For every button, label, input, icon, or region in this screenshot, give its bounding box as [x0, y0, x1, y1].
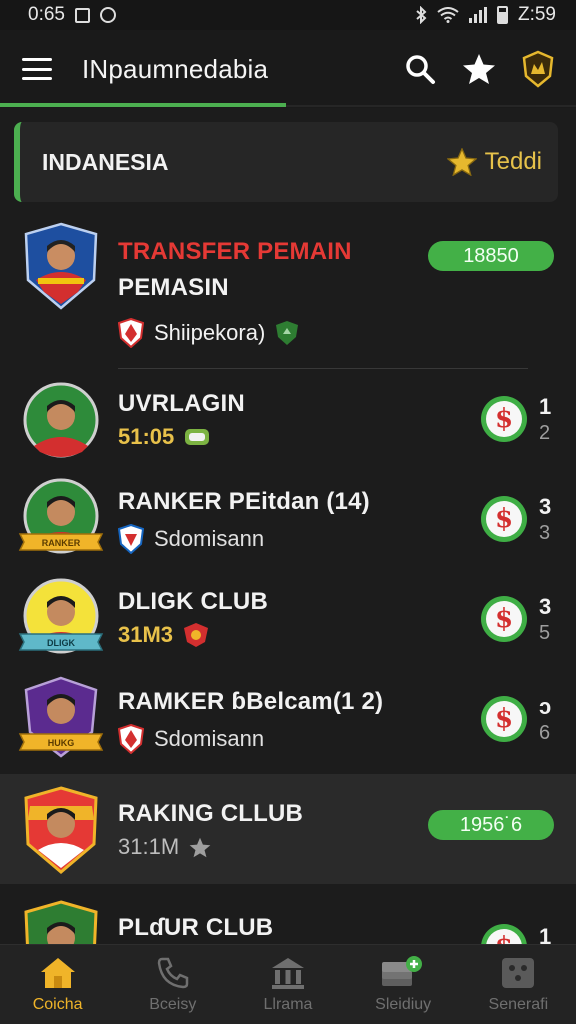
wifi-icon	[437, 7, 459, 23]
bluetooth-icon	[416, 6, 427, 24]
loading-progress-bar	[0, 103, 286, 107]
grey-star-icon	[189, 837, 211, 857]
nav-stadium[interactable]: Llrama	[238, 956, 338, 1014]
nav-calls[interactable]: Bceisy	[123, 956, 223, 1014]
star-icon[interactable]	[462, 53, 496, 85]
rank-previous: 6	[539, 722, 551, 744]
cash-stack-icon	[382, 955, 423, 986]
favorite-label: Teddi	[484, 148, 542, 175]
featured-club-name: Shiipekora)	[154, 320, 266, 345]
dice-icon	[502, 957, 535, 988]
club-meta: 51:05	[118, 424, 210, 450]
player-avatar-ribbon: DLIGK	[18, 578, 104, 654]
player-avatar	[23, 382, 99, 458]
player-avatar-shield	[24, 222, 98, 310]
nav-label: Bceisy	[149, 995, 197, 1013]
menu-icon[interactable]	[22, 58, 52, 80]
stadium-icon	[271, 957, 304, 989]
gold-star-icon	[446, 148, 477, 176]
transfer-value-pill: 18850	[428, 241, 554, 271]
notification-icon	[74, 7, 90, 23]
rank-current: 3	[539, 494, 552, 519]
club-crest-icon[interactable]	[522, 50, 554, 88]
nav-general[interactable]: Senerafi	[468, 956, 568, 1014]
battery-icon	[496, 6, 508, 24]
home-icon	[40, 957, 75, 988]
nav-label: Senerafi	[488, 995, 549, 1013]
player-avatar-ribbon: RANKER	[18, 478, 104, 554]
nav-label: Sleidiuy	[375, 995, 432, 1013]
club-location: Sdomisann	[154, 526, 265, 551]
featured-transfer-row[interactable]: TRANSFER PEMAIN PEMASIN Shiipekora) 1885…	[0, 214, 576, 364]
club-location: Sdomisann	[154, 726, 265, 751]
club-title: PLɗUR CLUB	[118, 914, 274, 941]
phone-icon	[157, 957, 189, 988]
list-item[interactable]: HUKG RAMKER ɓBelcam(1 2) Sdomisann $ ɔ 6	[0, 674, 576, 774]
status-clock: Z:59	[517, 4, 556, 25]
club-meta: Sdomisann	[118, 724, 264, 754]
nav-label: Coicha	[32, 995, 83, 1013]
featured-title: TRANSFER PEMAIN	[118, 238, 352, 265]
favorite-button[interactable]: Teddi	[446, 148, 542, 176]
club-badge-icon	[118, 318, 144, 348]
search-icon[interactable]	[404, 53, 436, 85]
club-title: DLIGK CLUB	[118, 588, 268, 615]
club-meta: Sdomisann	[118, 524, 264, 554]
club-badge-icon	[118, 524, 144, 554]
club-meta: 31:1M	[118, 834, 211, 860]
ranking-value-pill: 1956˙6	[428, 810, 554, 840]
club-title: UVRLAGIN	[118, 390, 245, 417]
list-item[interactable]: PLɗUR CLUB $ 1	[0, 884, 576, 944]
club-stat: 31:1M	[118, 834, 180, 859]
club-badge-icon	[118, 724, 144, 754]
dollar-coin-icon[interactable]: $	[481, 396, 527, 442]
team-badge-icon	[184, 623, 209, 647]
status-bar: 0:65 Z:59	[0, 0, 576, 30]
club-title: RAMKER ɓBelcam(1 2)	[118, 688, 384, 715]
player-avatar-shield	[24, 786, 98, 874]
country-header-card[interactable]: INDANESIA Teddi	[14, 122, 558, 202]
status-time: 0:65	[28, 4, 65, 25]
ribbon-label: RANKER	[42, 538, 81, 548]
ribbon-label: DLIGK	[47, 638, 75, 648]
list-item[interactable]: DLIGK DLIGK CLUB 31M3 $ 3 5	[0, 574, 576, 674]
nav-label: Llrama	[263, 995, 313, 1013]
dollar-coin-icon[interactable]: $	[481, 924, 527, 944]
divider	[118, 368, 528, 369]
rank-previous: 2	[539, 422, 551, 444]
rank-current: 1	[539, 924, 552, 944]
country-name: INDANESIA	[42, 148, 169, 175]
list-item[interactable]: UVRLAGIN 51:05 $ 1 2	[0, 374, 576, 474]
club-stat: 31M3	[118, 622, 174, 647]
dollar-coin-icon[interactable]: $	[481, 496, 527, 542]
rank-current: 3	[539, 594, 552, 619]
green-shield-icon	[276, 321, 299, 345]
club-stat: 51:05	[118, 424, 175, 449]
club-title: RANKER PEitdan (14)	[118, 488, 370, 515]
player-avatar-ribbon: HUKG	[18, 676, 104, 758]
club-meta: 31M3	[118, 622, 209, 648]
sync-icon	[99, 7, 116, 23]
rank-previous: 3	[539, 522, 551, 544]
player-avatar-shield	[24, 900, 98, 944]
nav-home[interactable]: Coicha	[8, 956, 108, 1014]
club-title: RAKING CLLUB	[118, 800, 304, 827]
ribbon-label: HUKG	[48, 738, 75, 748]
bottom-navigation: Coicha Bceisy Llrama Sleidiuy Senerafi	[0, 944, 576, 1024]
dollar-coin-icon[interactable]: $	[481, 696, 527, 742]
list-item[interactable]: RANKER RANKER PEitdan (14) Sdomisann $ 3…	[0, 474, 576, 574]
rank-previous: 5	[539, 622, 551, 644]
rank-current: 1	[539, 394, 552, 419]
signal-icon	[468, 7, 487, 23]
featured-meta: Shiipekora)	[118, 318, 299, 348]
dollar-coin-icon[interactable]: $	[481, 596, 527, 642]
featured-subtitle: PEMASIN	[118, 274, 229, 301]
team-badge-icon	[185, 429, 210, 445]
nav-money[interactable]: Sleidiuy	[353, 955, 453, 1014]
raking-club-row[interactable]: RAKING CLLUB 31:1M 1956˙6	[0, 774, 576, 884]
app-bar: INpaumnedabia	[0, 30, 576, 108]
rank-current: ɔ	[539, 694, 552, 719]
app-title: INpaumnedabia	[82, 53, 269, 84]
